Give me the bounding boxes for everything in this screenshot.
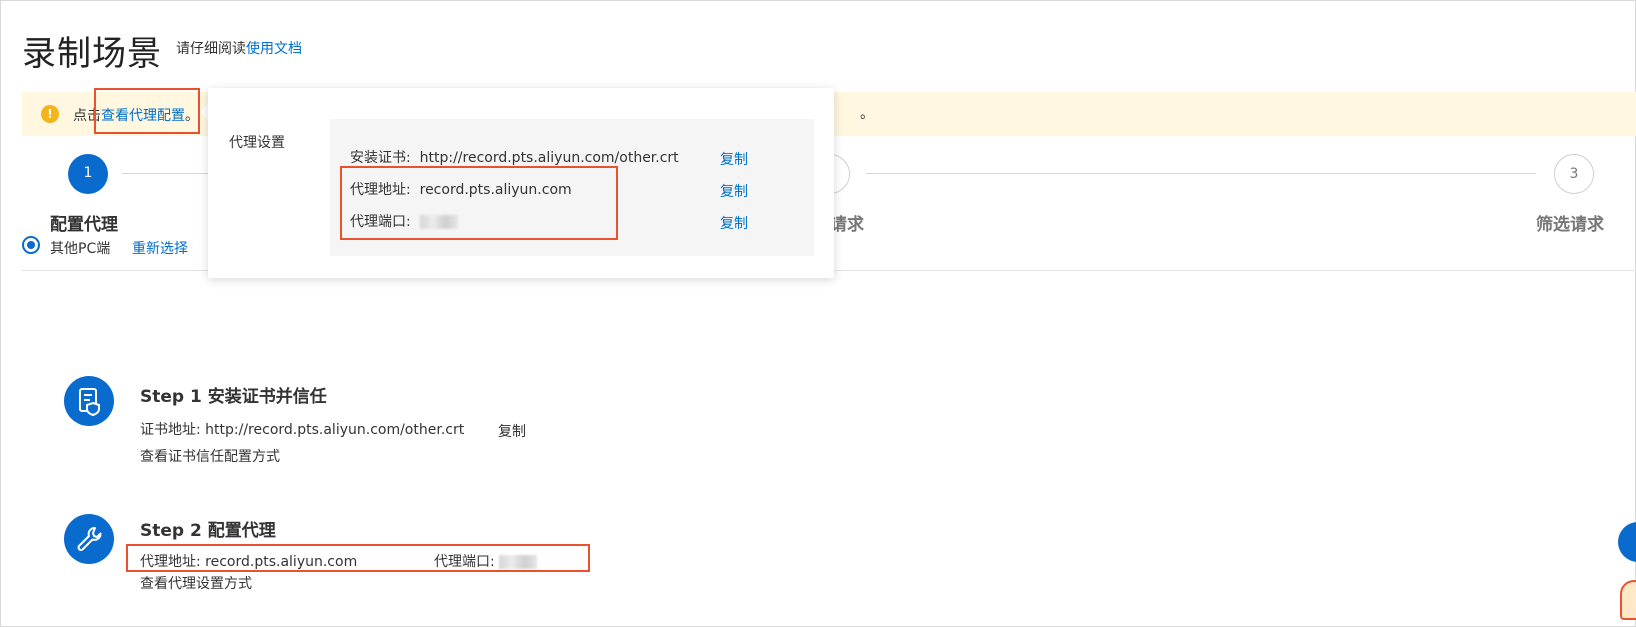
copy-address-button[interactable]: 复制 [720, 181, 748, 201]
page-hint: 请仔细阅读使用文档 [176, 38, 302, 58]
proxy-settings-popover: 代理设置 安装证书: http://record.pts.aliyun.com/… [208, 88, 834, 278]
cert-trust-config-link[interactable]: 查看证书信任配置方式 [140, 446, 280, 466]
step-3-circle: 3 [1554, 154, 1594, 194]
hint-prefix: 请仔细阅读 [176, 41, 246, 57]
doc-link[interactable]: 使用文档 [246, 41, 302, 57]
copy-port-button[interactable]: 复制 [720, 213, 748, 233]
certificate-shield-icon [64, 376, 114, 426]
wrench-icon [64, 514, 114, 564]
step-2-title: 请求 [830, 215, 864, 235]
section2-title: Step 2 配置代理 [140, 521, 276, 541]
proxy-setup-guide-link[interactable]: 查看代理设置方式 [140, 573, 252, 593]
warning-icon: ! [41, 105, 59, 123]
section1-cert-label: 证书地址: [140, 422, 201, 438]
notice-tail: 。 [860, 106, 874, 122]
highlight-view-proxy-config [94, 88, 200, 134]
assistant-mascot-icon[interactable] [1620, 580, 1636, 620]
step-3-title: 筛选请求 [1536, 215, 1604, 235]
cert-value: http://record.pts.aliyun.com/other.crt [419, 150, 679, 166]
reselect-link[interactable]: 重新选择 [132, 238, 188, 258]
radio-label-other-pc: 其他PC端 [50, 241, 111, 257]
copy-cert-button[interactable]: 复制 [720, 149, 748, 169]
highlight-section2-proxy [126, 544, 590, 572]
section1-title: Step 1 安装证书并信任 [140, 387, 327, 407]
popover-row-cert: 安装证书: http://record.pts.aliyun.com/other… [350, 147, 679, 167]
step-line-2 [866, 173, 1536, 174]
popover-arrow [200, 104, 208, 120]
section1-cert-row: 证书地址: http://record.pts.aliyun.com/other… [140, 419, 464, 439]
step-1-circle: 1 [68, 154, 108, 194]
highlight-proxy-address-port [340, 166, 618, 240]
section1-cert-value: http://record.pts.aliyun.com/other.crt [205, 422, 465, 438]
popover-label: 代理设置 [229, 135, 285, 151]
step-1-title: 配置代理 [50, 215, 118, 235]
cert-label: 安装证书: [350, 150, 411, 166]
page-title: 录制场景 [22, 34, 162, 74]
radio-other-pc[interactable] [22, 236, 40, 254]
section1-copy-button[interactable]: 复制 [498, 421, 526, 441]
